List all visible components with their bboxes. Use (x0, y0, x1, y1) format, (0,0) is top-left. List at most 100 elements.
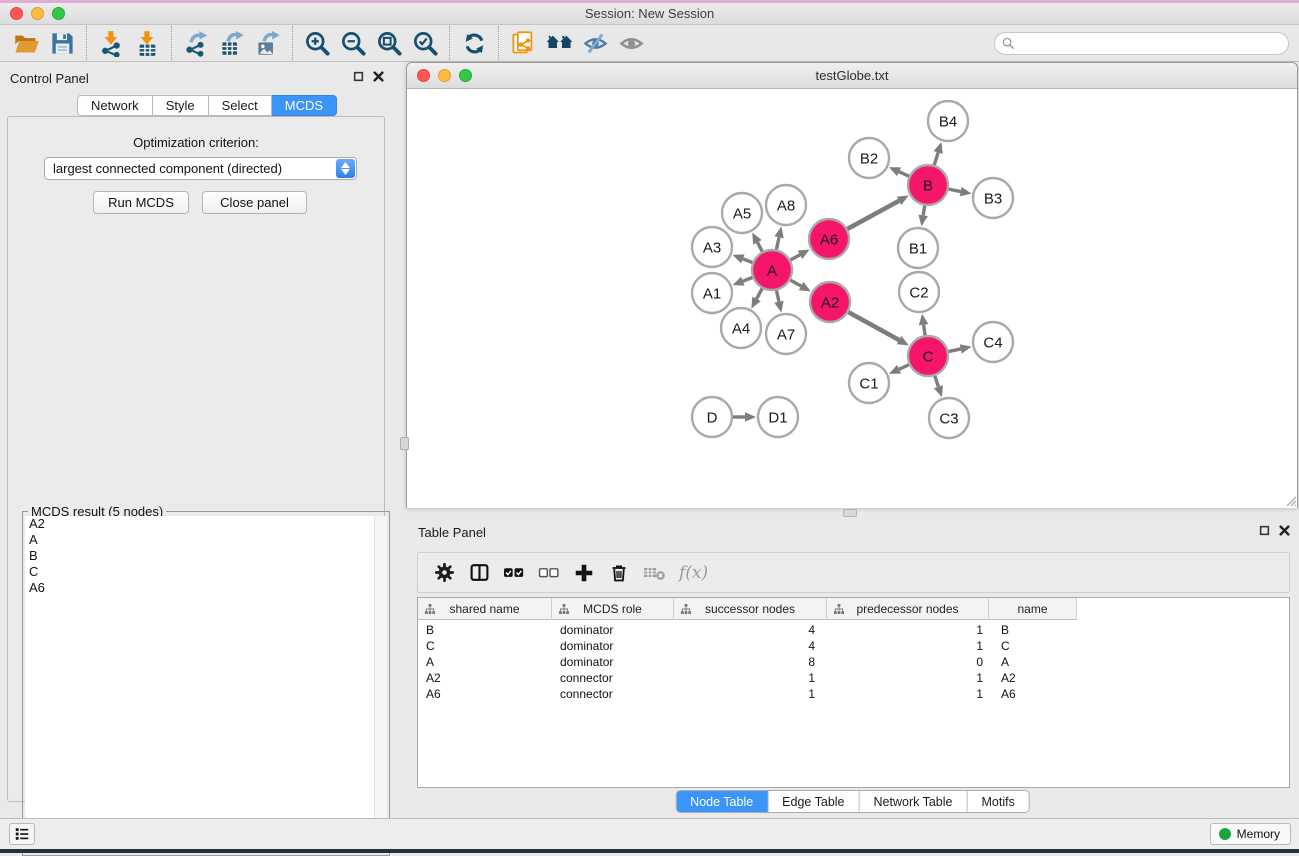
graph-node-D[interactable]: D (692, 397, 732, 437)
hide-selected-button[interactable] (577, 27, 613, 59)
column-header-mcds-role[interactable]: MCDS role (552, 598, 674, 620)
table-cell[interactable]: B (989, 622, 1077, 638)
table-row[interactable]: Bdominator41B (418, 622, 1289, 638)
edge-C-C2[interactable] (924, 325, 925, 336)
column-header-name[interactable]: name (989, 598, 1077, 620)
memory-button[interactable]: Memory (1210, 823, 1291, 845)
zoom-window-button[interactable] (52, 7, 65, 20)
table-cell[interactable]: B (418, 622, 552, 638)
column-header-shared-name[interactable]: shared name (418, 598, 552, 620)
column-header-successor-nodes[interactable]: successor nodes (674, 598, 827, 620)
column-header-predecessor-nodes[interactable]: predecessor nodes (827, 598, 989, 620)
table-cell[interactable]: 1 (827, 686, 989, 702)
graph-node-B1[interactable]: B1 (898, 228, 938, 268)
table-row[interactable]: A2connector11A2 (418, 670, 1289, 686)
graph-node-A8[interactable]: A8 (766, 185, 806, 225)
table-cell[interactable]: connector (552, 686, 674, 702)
network-close-button[interactable] (417, 69, 430, 82)
network-zoom-button[interactable] (459, 69, 472, 82)
edge-A-A8[interactable] (776, 237, 779, 249)
result-item[interactable]: A6 (25, 580, 387, 596)
table-cell[interactable]: C (989, 638, 1077, 654)
edge-B-B4[interactable] (934, 152, 938, 164)
home-button[interactable] (541, 27, 577, 59)
horizontal-split-handle[interactable] (843, 509, 857, 517)
edge-A2-C[interactable] (848, 312, 899, 340)
tab-style[interactable]: Style (153, 95, 209, 116)
table-cell[interactable]: connector (552, 670, 674, 686)
graph-node-A7[interactable]: A7 (766, 314, 806, 354)
edge-A-A5[interactable] (757, 242, 762, 251)
zoom-in-button[interactable] (299, 27, 335, 59)
run-mcds-button[interactable]: Run MCDS (93, 191, 189, 214)
graph-node-B[interactable]: B (908, 165, 948, 205)
result-item[interactable]: B (25, 548, 387, 564)
graph-node-B2[interactable]: B2 (849, 138, 889, 178)
graph-node-C4[interactable]: C4 (973, 322, 1013, 362)
table-cell[interactable]: 8 (674, 654, 827, 670)
open-session-button[interactable] (8, 27, 44, 59)
search-input[interactable] (1015, 34, 1288, 53)
table-cell[interactable]: A (989, 654, 1077, 670)
graph-node-A4[interactable]: A4 (721, 308, 761, 348)
tab-motifs[interactable]: Motifs (967, 791, 1028, 812)
zoom-selected-button[interactable] (407, 27, 443, 59)
column-layout-button[interactable] (465, 558, 493, 588)
select-all-button[interactable] (500, 558, 528, 588)
graph-node-D1[interactable]: D1 (758, 397, 798, 437)
tab-network-table[interactable]: Network Table (860, 791, 968, 812)
vertical-split-handle[interactable] (400, 437, 409, 450)
save-session-button[interactable] (44, 27, 80, 59)
edge-B-B3[interactable] (949, 189, 961, 191)
edge-B-B2[interactable] (899, 172, 909, 177)
table-cell[interactable]: 1 (674, 670, 827, 686)
graph-node-C[interactable]: C (908, 336, 948, 376)
table-settings-button[interactable] (430, 558, 458, 588)
network-minimize-button[interactable] (438, 69, 451, 82)
close-panel-button[interactable]: Close panel (202, 191, 307, 214)
edge-C-C1[interactable] (899, 365, 909, 370)
float-panel-icon[interactable] (353, 71, 364, 82)
table-cell[interactable]: 1 (674, 686, 827, 702)
task-history-button[interactable] (9, 823, 35, 845)
resize-grip-icon[interactable] (1284, 494, 1297, 507)
table-cell[interactable]: 1 (827, 622, 989, 638)
edge-B-B1[interactable] (923, 206, 925, 216)
graph-node-A5[interactable]: A5 (722, 193, 762, 233)
result-item[interactable]: A2 (25, 516, 387, 532)
edge-A-A3[interactable] (743, 259, 753, 263)
table-cell[interactable]: dominator (552, 622, 674, 638)
graph-node-C1[interactable]: C1 (849, 363, 889, 403)
delete-row-button[interactable] (605, 558, 633, 588)
table-cell[interactable]: A6 (418, 686, 552, 702)
tab-network[interactable]: Network (77, 95, 153, 116)
table-cell[interactable]: dominator (552, 638, 674, 654)
edge-A-A6[interactable] (790, 255, 800, 260)
edge-C-C4[interactable] (949, 349, 961, 352)
mcds-result-list[interactable]: A2ABCA6 (25, 516, 387, 853)
node-table[interactable]: shared nameMCDS rolesuccessor nodesprede… (417, 597, 1290, 788)
clone-network-button[interactable] (505, 27, 541, 59)
import-table-button[interactable] (129, 27, 165, 59)
close-panel-icon[interactable] (1279, 525, 1290, 536)
table-row[interactable]: A6connector11A6 (418, 686, 1289, 702)
table-cell[interactable]: 1 (827, 670, 989, 686)
graph-node-B4[interactable]: B4 (928, 101, 968, 141)
graph-node-C3[interactable]: C3 (929, 398, 969, 438)
graph-node-A2[interactable]: A2 (810, 282, 850, 322)
edge-A-A2[interactable] (790, 280, 801, 286)
optimization-criterion-select[interactable]: largest connected component (directed) (44, 157, 357, 180)
graph-node-B3[interactable]: B3 (973, 178, 1013, 218)
search-box[interactable] (994, 32, 1289, 55)
tab-mcds[interactable]: MCDS (272, 95, 337, 116)
table-row[interactable]: Cdominator41C (418, 638, 1289, 654)
deselect-all-button[interactable] (535, 558, 563, 588)
graph-node-A[interactable]: A (752, 250, 792, 290)
export-table-button[interactable] (214, 27, 250, 59)
edge-A-A7[interactable] (776, 291, 778, 302)
tab-edge-table[interactable]: Edge Table (768, 791, 859, 812)
graph-node-A1[interactable]: A1 (692, 273, 732, 313)
result-item[interactable]: A (25, 532, 387, 548)
edge-A6-B[interactable] (847, 201, 899, 229)
table-cell[interactable]: A (418, 654, 552, 670)
